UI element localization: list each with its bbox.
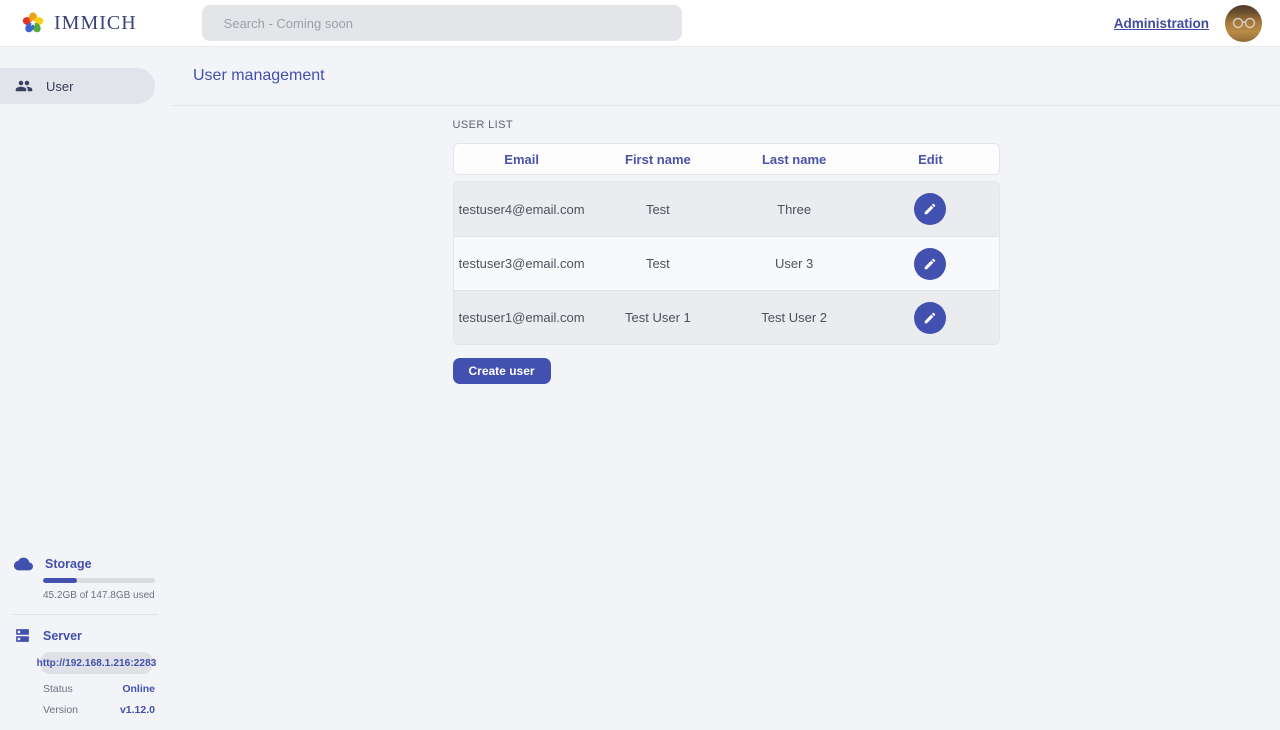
cell-last-name: Three	[726, 202, 862, 217]
create-user-button[interactable]: Create user	[453, 358, 551, 384]
column-email: Email	[454, 152, 590, 167]
server-version-row: Version v1.12.0	[43, 704, 155, 716]
glasses-photo-detail	[1231, 17, 1257, 29]
cell-email: testuser4@email.com	[454, 202, 590, 217]
cell-email: testuser1@email.com	[454, 310, 590, 325]
user-table-header: Email First name Last name Edit	[453, 143, 1000, 175]
pencil-icon	[923, 202, 937, 216]
cell-last-name: Test User 2	[726, 310, 862, 325]
table-row: testuser1@email.com Test User 1 Test Use…	[454, 290, 999, 344]
page-title: User management	[193, 67, 325, 85]
server-title: Server	[43, 629, 82, 643]
administration-link[interactable]: Administration	[1114, 16, 1209, 31]
column-last-name: Last name	[726, 152, 862, 167]
server-status-row: Status Online	[43, 683, 155, 695]
column-first-name: First name	[590, 152, 726, 167]
sidebar-item-label: User	[46, 79, 73, 94]
edit-user-button[interactable]	[914, 193, 946, 225]
column-edit: Edit	[862, 152, 998, 167]
cloud-icon	[14, 557, 33, 571]
avatar[interactable]	[1225, 5, 1262, 42]
status-value: Online	[122, 683, 155, 695]
sidebar-divider	[12, 614, 158, 615]
storage-usage-text: 45.2GB of 147.8GB used	[43, 590, 172, 601]
storage-progress-bar	[43, 578, 155, 583]
cell-email: testuser3@email.com	[454, 256, 590, 271]
cell-first-name: Test User 1	[590, 310, 726, 325]
cell-last-name: User 3	[726, 256, 862, 271]
app-name: IMMICH	[54, 12, 137, 35]
table-row: testuser3@email.com Test User 3	[454, 236, 999, 290]
top-bar: IMMICH Administration	[0, 0, 1280, 47]
server-url: http://192.168.1.216:2283	[40, 652, 153, 674]
sidebar-item-user[interactable]: User	[0, 68, 155, 104]
pencil-icon	[923, 257, 937, 271]
table-row: testuser4@email.com Test Three	[454, 182, 999, 236]
storage-progress-fill	[43, 578, 77, 583]
status-label: Status	[43, 683, 73, 695]
user-table-rows: testuser4@email.com Test Three testuser3…	[453, 181, 1000, 345]
cell-first-name: Test	[590, 202, 726, 217]
version-value: v1.12.0	[120, 704, 155, 716]
main-content: User management USER LIST Email First na…	[172, 47, 1280, 730]
edit-user-button[interactable]	[914, 302, 946, 334]
cell-first-name: Test	[590, 256, 726, 271]
version-label: Version	[43, 704, 78, 716]
search-input[interactable]	[202, 5, 682, 41]
server-panel: Server http://192.168.1.216:2283 Status …	[0, 627, 172, 716]
people-icon	[15, 77, 33, 95]
pencil-icon	[923, 311, 937, 325]
server-icon	[14, 627, 31, 644]
app-logo[interactable]: IMMICH	[20, 10, 137, 36]
sidebar: User Storage 45.2GB of 147.8GB used	[0, 47, 172, 730]
storage-panel: Storage 45.2GB of 147.8GB used	[0, 557, 172, 601]
immich-flower-icon	[20, 10, 46, 36]
storage-title: Storage	[45, 557, 92, 571]
edit-user-button[interactable]	[914, 248, 946, 280]
section-label: USER LIST	[453, 119, 1000, 131]
